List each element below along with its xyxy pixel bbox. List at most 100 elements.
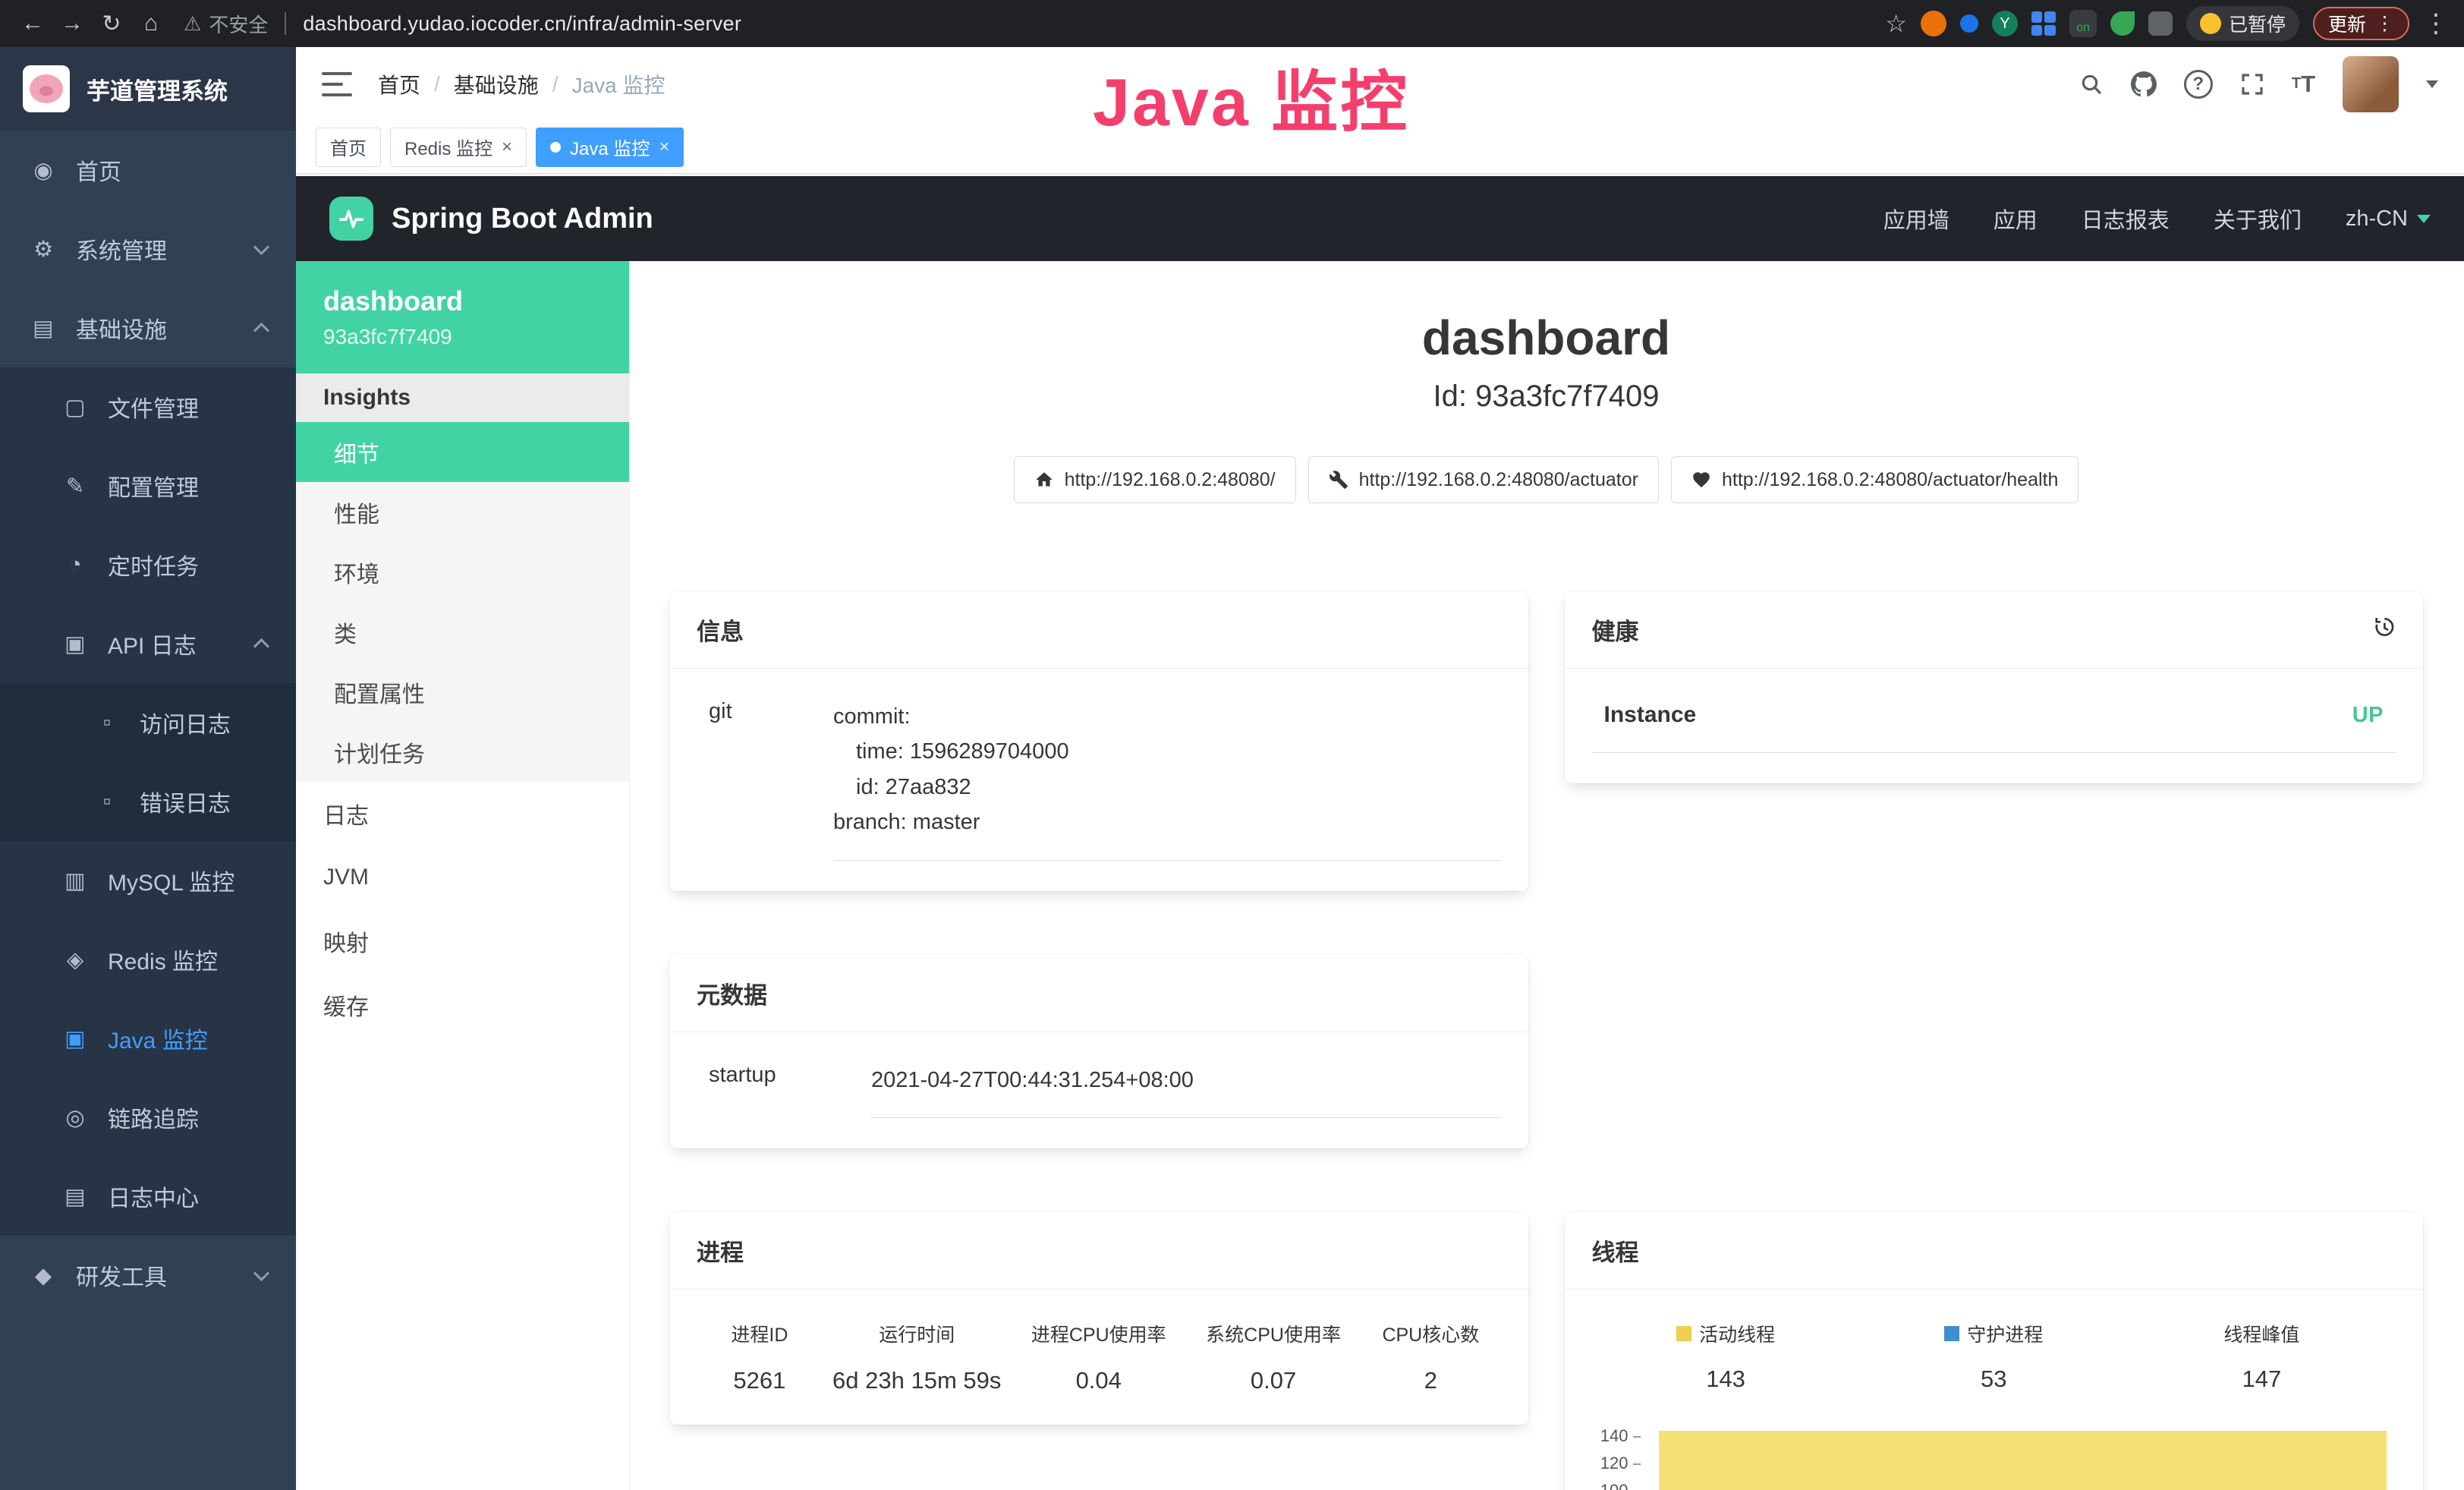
- sidebar-item-mysql-monitor[interactable]: ▥ MySQL 监控: [0, 841, 296, 920]
- tab-redis-monitor[interactable]: Redis 监控 ×: [390, 128, 527, 167]
- legend-value: 143: [1592, 1366, 1860, 1393]
- chevron-down-icon: [253, 238, 269, 254]
- sba-menu-jvm[interactable]: JVM: [296, 846, 629, 909]
- sba-nav-about[interactable]: 关于我们: [2214, 203, 2302, 235]
- sidebar-item-label: 配置管理: [108, 469, 199, 502]
- tab-home[interactable]: 首页: [316, 128, 381, 167]
- sidebar-item-system[interactable]: ⚙ 系统管理: [0, 209, 296, 288]
- health-url-button[interactable]: http://192.168.0.2:48080/actuator/health: [1671, 456, 2079, 503]
- sba-menu-scheduled-tasks[interactable]: 计划任务: [296, 722, 629, 782]
- sba-nav-wallboard[interactable]: 应用墙: [1883, 203, 1949, 235]
- hamburger-icon[interactable]: [322, 72, 352, 96]
- sba-app-name: dashboard: [323, 285, 602, 317]
- sba-nav-applications[interactable]: 应用: [1994, 203, 2038, 235]
- breadcrumb-infrastructure[interactable]: 基础设施: [454, 69, 539, 99]
- update-button-label: 更新: [2328, 10, 2366, 37]
- tab-java-monitor[interactable]: Java 监控 ×: [536, 128, 684, 167]
- github-icon[interactable]: [2131, 71, 2157, 97]
- sba-menu-mappings[interactable]: 映射: [296, 909, 629, 973]
- fullscreen-icon[interactable]: [2240, 72, 2264, 96]
- chevron-down-icon[interactable]: [2426, 80, 2438, 88]
- sba-menu-details[interactable]: 细节: [296, 422, 629, 482]
- sba-menu-classes[interactable]: 类: [296, 602, 629, 662]
- update-button[interactable]: 更新 ⋮: [2313, 7, 2409, 40]
- close-icon[interactable]: ×: [502, 137, 512, 158]
- security-label: 不安全: [209, 10, 268, 38]
- infrastructure-icon: ▤: [29, 315, 58, 342]
- locale-selector[interactable]: zh-CN: [2346, 206, 2431, 232]
- sidebar-item-access-log[interactable]: ▫ 访问日志: [0, 683, 296, 762]
- sidebar-item-error-log[interactable]: ▫ 错误日志: [0, 762, 296, 841]
- browser-forward-icon[interactable]: →: [55, 6, 90, 41]
- font-size-icon[interactable]: TT: [2292, 71, 2315, 98]
- sidebar-item-infrastructure[interactable]: ▤ 基础设施: [0, 288, 296, 367]
- doc-icon: ▫: [93, 710, 121, 736]
- sba-header: Spring Boot Admin 应用墙 应用 日志报表 关于我们 zh-CN: [296, 176, 2464, 261]
- sidebar-item-label: MySQL 监控: [108, 864, 234, 897]
- bookmark-star-icon[interactable]: ☆: [1885, 9, 1907, 38]
- actuator-url-button[interactable]: http://192.168.0.2:48080/actuator: [1308, 456, 1659, 503]
- info-card-body: git commit: time: 1596289704000 id: 27aa…: [669, 669, 1528, 891]
- threads-card: 线程 活动线程 143: [1565, 1212, 2424, 1490]
- sidebar-item-label: 研发工具: [76, 1258, 167, 1292]
- chevron-up-icon: [253, 638, 269, 654]
- breadcrumb-home[interactable]: 首页: [378, 69, 420, 99]
- extension-icon[interactable]: [2148, 11, 2173, 36]
- health-instance-row[interactable]: Instance UP: [1592, 699, 2396, 753]
- browser-bar: ← → ↻ ⌂ ⚠ 不安全 dashboard.yudao.iocoder.cn…: [0, 0, 2464, 47]
- sidebar-item-java-monitor[interactable]: ▣ Java 监控: [0, 999, 296, 1078]
- service-url-label: http://192.168.0.2:48080/: [1065, 469, 1276, 491]
- history-icon[interactable]: [2371, 615, 2396, 645]
- sba-logo-icon[interactable]: [329, 197, 373, 241]
- sidebar-item-scheduled-jobs[interactable]: ◔ 定时任务: [0, 525, 296, 604]
- actuator-url-label: http://192.168.0.2:48080/actuator: [1359, 469, 1638, 491]
- sidebar-item-redis-monitor[interactable]: ◈ Redis 监控: [0, 920, 296, 999]
- browser-back-icon[interactable]: ←: [15, 6, 50, 41]
- pig-logo-icon: [23, 65, 70, 112]
- paused-badge[interactable]: 已暂停: [2186, 6, 2299, 41]
- sba-main: dashboard Id: 93a3fc7f7409 http://192.16…: [630, 261, 2464, 1490]
- process-card: 进程 进程ID 运行时间 进程CPU使用率 系统CPU使用率 CPU核心数 52…: [669, 1212, 1528, 1425]
- sba-menu-metrics[interactable]: 性能: [296, 482, 629, 542]
- browser-reload-icon[interactable]: ↻: [94, 6, 129, 41]
- sba-menu-config-props[interactable]: 配置属性: [296, 662, 629, 722]
- sidebar-item-file-management[interactable]: ▢ 文件管理: [0, 367, 296, 446]
- sidebar-logo[interactable]: 芋道管理系统: [0, 47, 296, 131]
- topbar-icons: ? TT: [2079, 56, 2438, 112]
- locale-label: zh-CN: [2346, 206, 2408, 232]
- extension-icon[interactable]: [1921, 11, 1946, 36]
- sidebar-item-log-center[interactable]: ▤ 日志中心: [0, 1157, 296, 1236]
- sba-menu-environment[interactable]: 环境: [296, 542, 629, 602]
- avatar[interactable]: [2343, 56, 2399, 112]
- url-bar[interactable]: dashboard.yudao.iocoder.cn/infra/admin-s…: [303, 12, 741, 36]
- log-icon: ▣: [61, 631, 90, 657]
- sidebar-item-tracing[interactable]: ◎ 链路追踪: [0, 1078, 296, 1157]
- extension-icon[interactable]: [2110, 11, 2135, 36]
- sba-app-header[interactable]: dashboard 93a3fc7f7409: [296, 261, 629, 373]
- service-url-button[interactable]: http://192.168.0.2:48080/: [1014, 456, 1296, 503]
- sba-brand[interactable]: Spring Boot Admin: [392, 203, 653, 235]
- content-column: 首页 / 基础设施 / Java 监控 ?: [296, 47, 2464, 1490]
- browser-menu-icon[interactable]: ⋮: [2423, 8, 2449, 39]
- sba-menu-caches[interactable]: 缓存: [296, 973, 629, 1037]
- search-icon[interactable]: [2079, 72, 2104, 96]
- sba-submenu: 细节 性能 环境 类 配置属性 计划任务: [296, 422, 629, 782]
- security-chip[interactable]: ⚠ 不安全: [184, 10, 268, 38]
- extension-icon[interactable]: [2031, 11, 2056, 36]
- sidebar-item-config-management[interactable]: ✎ 配置管理: [0, 446, 296, 525]
- process-col-header: 运行时间: [823, 1320, 1012, 1347]
- metadata-value: 2021-04-27T00:44:31.254+08:00: [871, 1063, 1501, 1118]
- close-icon[interactable]: ×: [659, 137, 669, 158]
- sba-menu-logging[interactable]: 日志: [296, 782, 629, 846]
- extension-icon[interactable]: on: [2069, 10, 2097, 37]
- sba-sidebar: dashboard 93a3fc7f7409 Insights 细节 性能 环境…: [296, 261, 630, 1490]
- sidebar-item-dev-tools[interactable]: ◆ 研发工具: [0, 1236, 296, 1315]
- sidebar-item-home[interactable]: ◉ 首页: [0, 131, 296, 209]
- sba-nav-journal[interactable]: 日志报表: [2082, 203, 2170, 235]
- help-icon[interactable]: ?: [2184, 70, 2213, 99]
- extension-icon[interactable]: [1960, 14, 1978, 33]
- metadata-card: 元数据 startup 2021-04-27T00:44:31.254+08:0…: [669, 955, 1528, 1148]
- browser-home-icon[interactable]: ⌂: [134, 6, 168, 41]
- sidebar-item-api-log[interactable]: ▣ API 日志: [0, 604, 296, 683]
- extension-icon[interactable]: Y: [1992, 11, 2018, 36]
